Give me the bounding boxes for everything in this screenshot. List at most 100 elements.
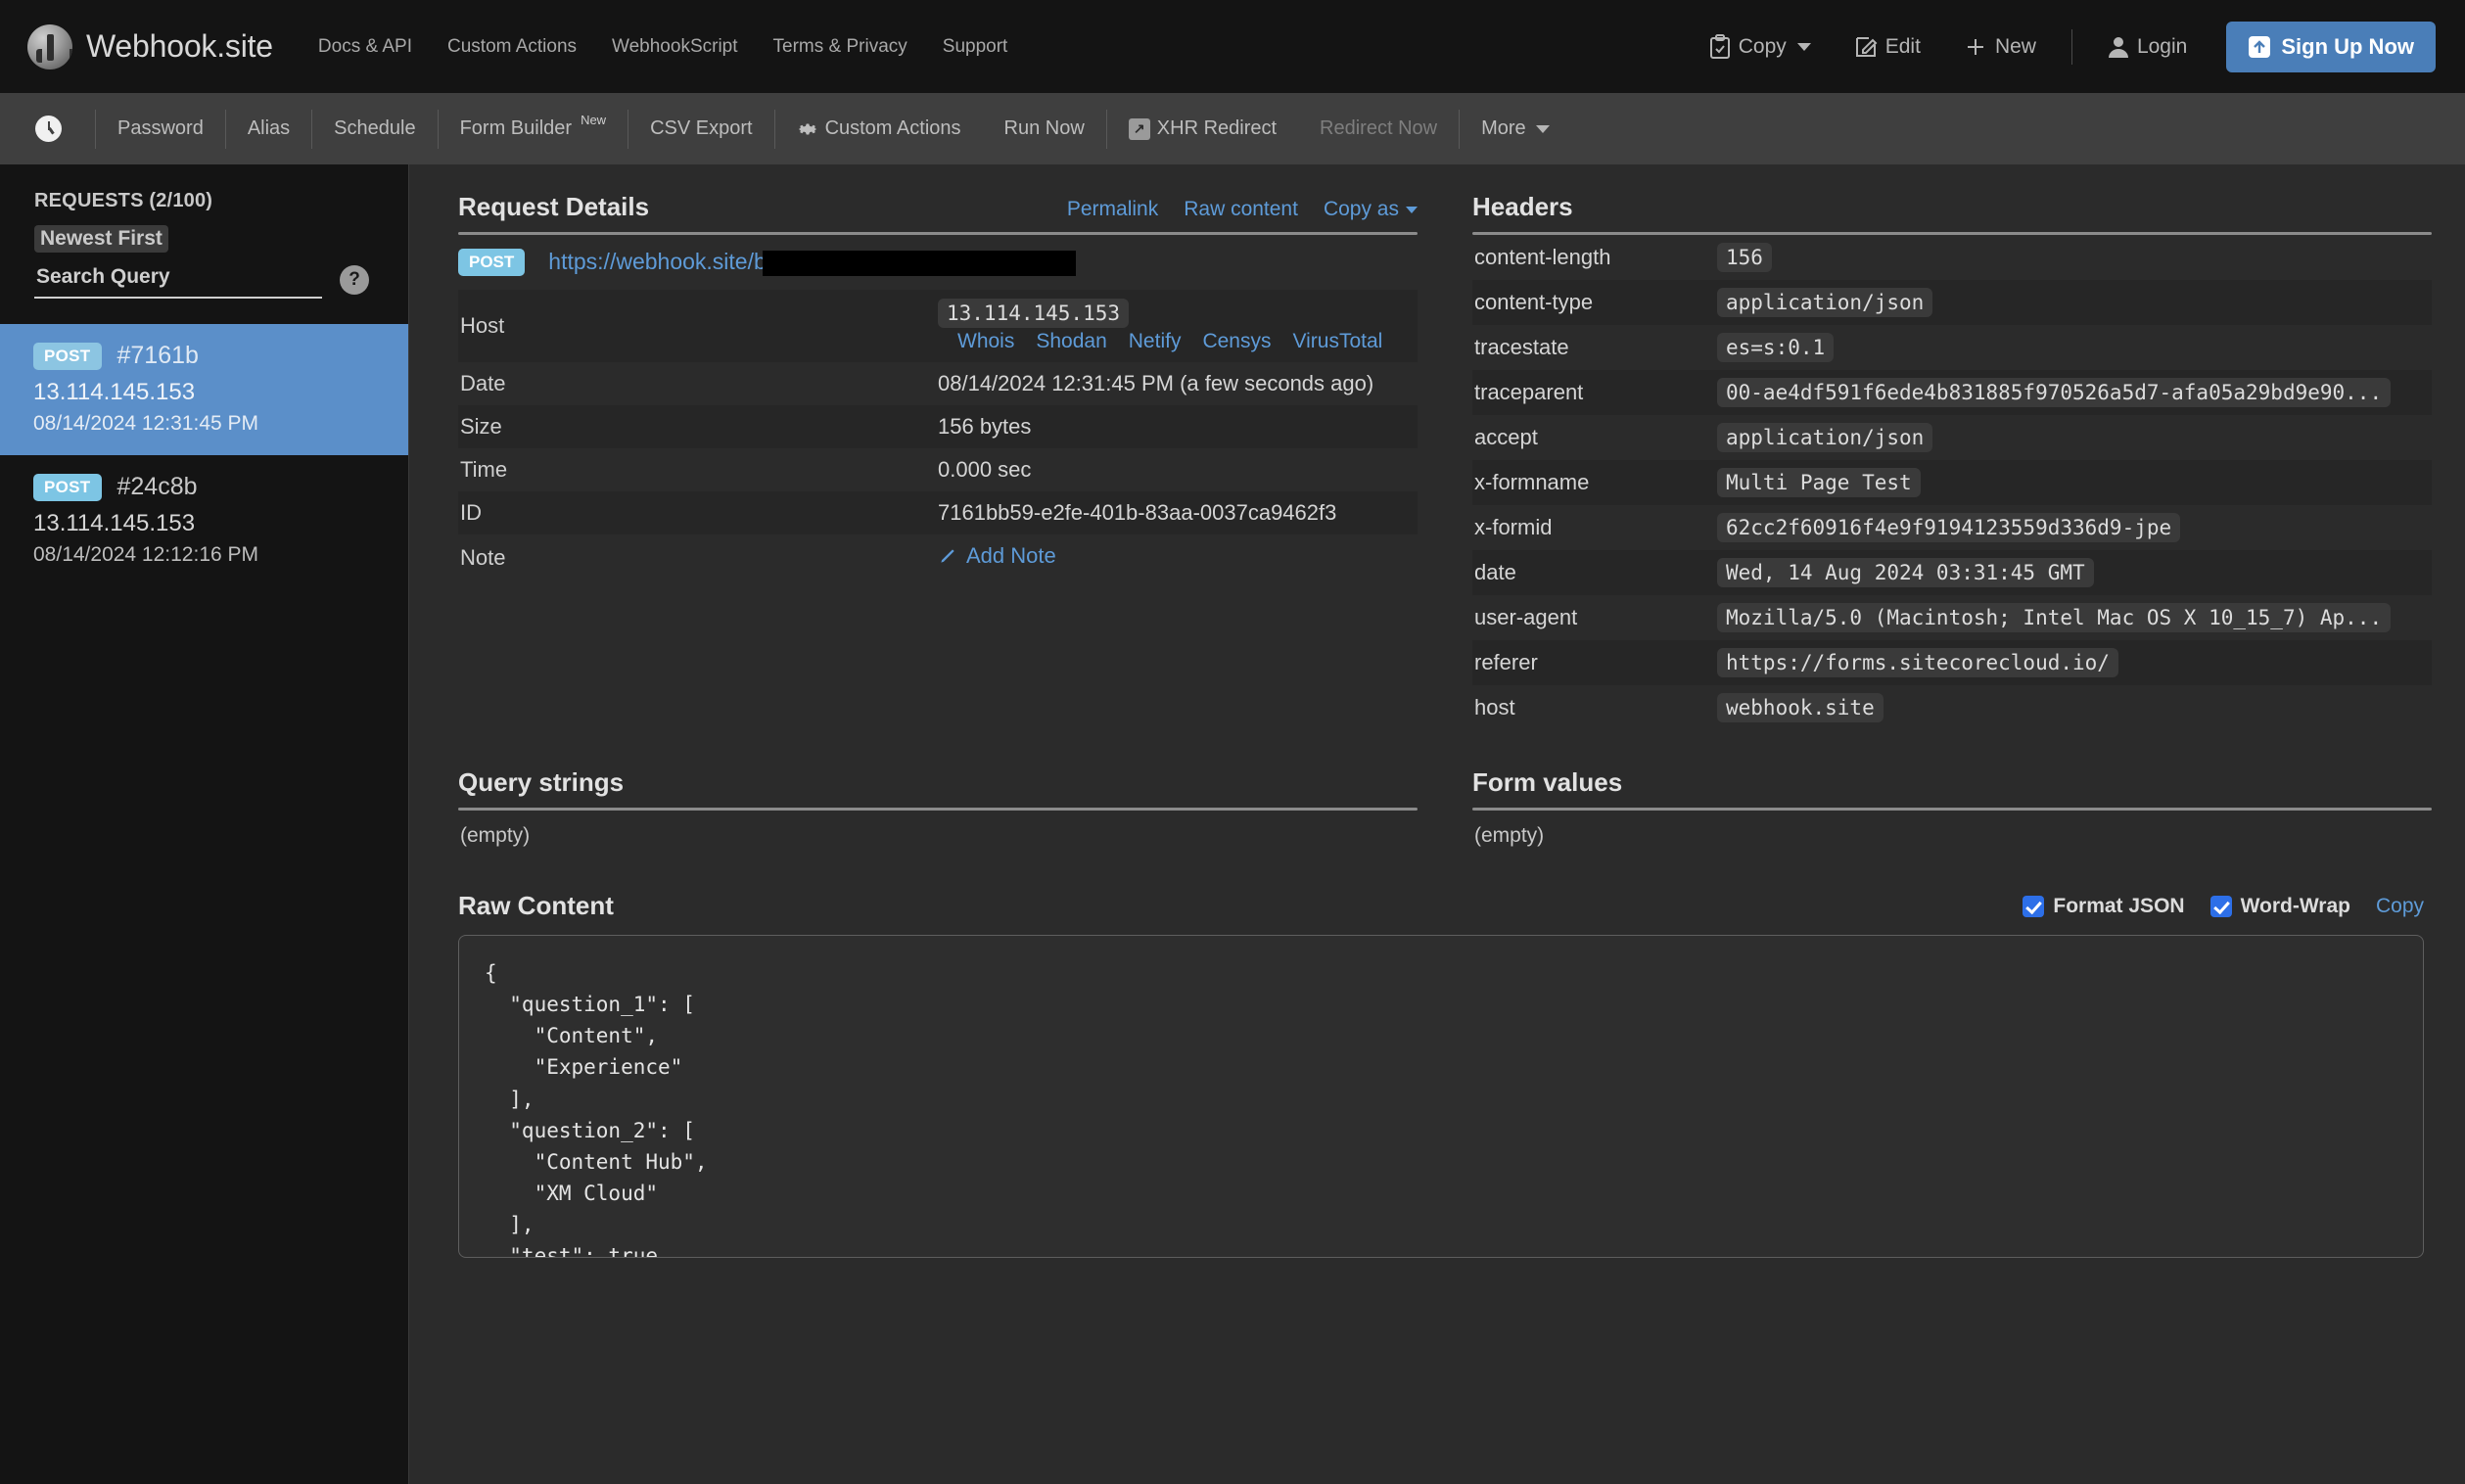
- row-value-size: 156 bytes: [938, 414, 1032, 440]
- new-button[interactable]: New: [1942, 35, 2058, 59]
- toolbar-redirect-now[interactable]: Redirect Now: [1298, 117, 1459, 140]
- method-badge: POST: [33, 342, 102, 370]
- request-url-link[interactable]: https://webhook.site/b: [548, 249, 766, 274]
- word-wrap-label: Word-Wrap: [2240, 894, 2350, 917]
- checkbox-checked-icon[interactable]: [2023, 895, 2045, 917]
- copy-button[interactable]: Copy: [1688, 33, 1833, 60]
- add-note-label: Add Note: [966, 543, 1056, 569]
- shodan-link[interactable]: Shodan: [1036, 330, 1106, 353]
- brand-name: Webhook.site: [86, 28, 273, 64]
- header-key: x-formname: [1474, 470, 1590, 494]
- header-key: referer: [1474, 650, 1538, 674]
- clock-icon-wrap[interactable]: [35, 116, 95, 142]
- headers-table: content-length 156 content-type applicat…: [1472, 235, 2432, 730]
- header-key: tracestate: [1474, 335, 1569, 359]
- format-json-checkbox[interactable]: Format JSON: [2023, 895, 2185, 918]
- table-row: Note Add Note: [458, 534, 1418, 580]
- login-button[interactable]: Login: [2086, 35, 2209, 59]
- nav-terms-privacy[interactable]: Terms & Privacy: [773, 36, 907, 58]
- external-link-icon: ↗: [1128, 117, 1150, 140]
- row-value-id: 7161bb59-e2fe-401b-83aa-0037ca9462f3: [938, 500, 1337, 526]
- request-details-header: Request Details Permalink Raw content Co…: [458, 192, 1418, 222]
- raw-content-body: { "question_1": [ "Content", "Experience…: [485, 961, 708, 1258]
- netify-link[interactable]: Netify: [1129, 330, 1182, 353]
- nav-custom-actions[interactable]: Custom Actions: [447, 36, 577, 58]
- toolbar-more-label: More: [1481, 117, 1526, 139]
- whois-link[interactable]: Whois: [957, 330, 1014, 353]
- pencil-icon: [938, 546, 957, 566]
- toolbar-schedule[interactable]: Schedule: [312, 117, 437, 140]
- toolbar-xhr-redirect-label: XHR Redirect: [1156, 117, 1278, 139]
- nav-support[interactable]: Support: [943, 36, 1008, 58]
- request-ip: 13.114.145.153: [33, 510, 196, 536]
- copy-raw-content-button[interactable]: Copy: [2376, 895, 2424, 918]
- header-value-chip: 00-ae4df591f6ede4b831885f970526a5d7-afa0…: [1717, 378, 2392, 407]
- search-row: ?: [34, 265, 377, 299]
- request-head: POST #7161b: [33, 342, 389, 370]
- virustotal-link[interactable]: VirusTotal: [1292, 330, 1382, 353]
- form-values-panel: Form values (empty): [1472, 767, 2432, 869]
- header-key: content-length: [1474, 245, 1611, 269]
- header-value-chip: Mozilla/5.0 (Macintosh; Intel Mac OS X 1…: [1717, 603, 2392, 632]
- table-row: Date 08/14/2024 12:31:45 PM (a few secon…: [458, 362, 1418, 405]
- checkbox-checked-icon[interactable]: [2209, 895, 2232, 917]
- toolbar-custom-actions-label: Custom Actions: [824, 117, 961, 139]
- table-row: content-length 156: [1472, 235, 2432, 280]
- copy-button-label: Copy: [1738, 34, 1787, 58]
- clock-icon: [35, 116, 62, 142]
- header-key: user-agent: [1474, 605, 1578, 629]
- new-button-label: New: [1994, 34, 2036, 58]
- nav-webhookscript[interactable]: WebhookScript: [612, 36, 738, 58]
- word-wrap-checkbox[interactable]: Word-Wrap: [2209, 894, 2350, 918]
- toolbar-more[interactable]: More: [1460, 117, 1571, 140]
- header-value: Mozilla/5.0 (Macintosh; Intel Mac OS X 1…: [1717, 595, 2432, 640]
- toolbar-alias[interactable]: Alias: [226, 117, 311, 140]
- list-item[interactable]: POST #7161b 13.114.145.153 08/14/2024 12…: [0, 324, 408, 455]
- copy-as-dropdown[interactable]: Copy as: [1324, 198, 1418, 221]
- sign-up-now-label: Sign Up Now: [2281, 33, 2414, 59]
- censys-link[interactable]: Censys: [1202, 330, 1271, 353]
- list-item[interactable]: POST #24c8b 13.114.145.153 08/14/2024 12…: [0, 455, 408, 586]
- raw-content-box[interactable]: { "question_1": [ "Content", "Experience…: [458, 935, 2424, 1258]
- add-note-button[interactable]: Add Note: [938, 543, 1056, 569]
- chevron-down-icon: [1535, 124, 1550, 133]
- sign-up-now-button[interactable]: Sign Up Now: [2226, 21, 2436, 72]
- table-row: x-formname Multi Page Test: [1472, 460, 2432, 505]
- form-values-empty: (empty): [1474, 824, 1545, 847]
- search-input[interactable]: [34, 265, 322, 299]
- requests-count-title: REQUESTS (2/100): [34, 190, 213, 211]
- toolbar-xhr-redirect[interactable]: ↗ XHR Redirect: [1107, 117, 1298, 140]
- requests-sidebar: REQUESTS (2/100) Newest First ? POST #71…: [0, 164, 409, 1484]
- edit-button[interactable]: Edit: [1833, 35, 1942, 59]
- help-icon[interactable]: ?: [340, 265, 369, 295]
- row-label-date: Date: [460, 371, 506, 396]
- page-title: Request Details: [458, 192, 650, 221]
- brand[interactable]: Webhook.site: [27, 23, 273, 70]
- toolbar-form-builder[interactable]: Form Builder New: [439, 113, 628, 140]
- user-icon: [2108, 35, 2129, 59]
- header-value: 62cc2f60916f4e9f9194123559d336d9-jpe: [1717, 505, 2432, 550]
- header-value-chip: application/json: [1717, 423, 1933, 452]
- toolbar-run-now[interactable]: Run Now: [983, 117, 1106, 140]
- new-badge: New: [581, 113, 607, 127]
- sort-order-toggle[interactable]: Newest First: [34, 225, 168, 253]
- header-value: application/json: [1717, 280, 2432, 325]
- raw-content-options: Format JSON Word-Wrap Copy: [2023, 895, 2424, 918]
- raw-content-link[interactable]: Raw content: [1184, 198, 1298, 221]
- toolbar-password[interactable]: Password: [96, 117, 225, 140]
- request-url-wrap[interactable]: https://webhook.site/b: [548, 249, 1076, 277]
- table-row: Time 0.000 sec: [458, 448, 1418, 491]
- toolbar-custom-actions[interactable]: Custom Actions: [775, 117, 983, 140]
- header-value: Multi Page Test: [1717, 460, 2432, 505]
- header-value-chip: 156: [1717, 243, 1772, 272]
- header-value: application/json: [1717, 415, 2432, 460]
- toolbar-csv-export[interactable]: CSV Export: [628, 117, 773, 140]
- row-value-time: 0.000 sec: [938, 457, 1032, 483]
- header-key: date: [1474, 560, 1516, 584]
- host-value: 13.114.145.153: [938, 299, 1130, 329]
- permalink-link[interactable]: Permalink: [1067, 198, 1158, 221]
- nav-docs-api[interactable]: Docs & API: [318, 36, 412, 58]
- pencil-square-icon: [1854, 35, 1878, 59]
- headers-panel: Headers content-length 156 content-type …: [1472, 192, 2432, 730]
- gear-icon: [797, 118, 818, 140]
